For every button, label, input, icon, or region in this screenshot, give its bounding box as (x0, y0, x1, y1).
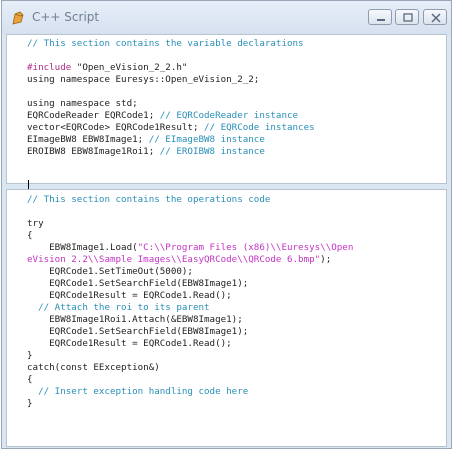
code-comment: // Insert exception handling code here (27, 386, 249, 397)
code-comment: // EQRCodeReader instance (159, 110, 299, 121)
code-line: EQRCode1.SetSearchField(EBW8Image1); (27, 278, 446, 290)
declarations-editor[interactable]: // This section contains the variable de… (6, 34, 447, 189)
code-comment: // EImageBW8 instance (148, 134, 265, 145)
code-line: EQRCode1.SetTimeOut(5000); (27, 266, 446, 278)
code-token: EBW8Image1Roi1.Attach(&EBW8Image1); (27, 314, 243, 325)
code-line: vector<EQRCode> EQRCode1Result; // EQRCo… (27, 122, 446, 134)
code-line: #include "Open_eVision_2_2.h" (27, 62, 446, 74)
code-token: EQRCode1.SetSearchField(EBW8Image1); (27, 326, 249, 337)
minimize-icon (377, 19, 385, 21)
code-line: // Attach the roi to its parent (27, 302, 446, 314)
close-icon (431, 13, 441, 23)
code-line: // This section contains the operations … (27, 194, 446, 206)
code-line: EQRCodeReader EQRCode1; // EQRCodeReader… (27, 110, 446, 122)
code-line: eVision 2.2\\Sample Images\\EasyQRCode\\… (27, 254, 446, 266)
code-token: EQRCode1.SetTimeOut(5000); (27, 266, 193, 277)
code-token: EQRCode1.SetSearchField(EBW8Image1); (27, 278, 249, 289)
code-token: } (27, 398, 33, 409)
code-string: eVision 2.2\\Sample Images\\EasyQRCode\\… (27, 254, 321, 265)
title-bar[interactable]: C++ Script (2, 1, 451, 34)
maximize-button[interactable] (395, 9, 419, 25)
declarations-code: // This section contains the variable de… (7, 35, 446, 158)
cpp-script-icon (11, 10, 25, 25)
code-token: #include (27, 62, 77, 73)
code-token: EBW8Image1.Load( (27, 242, 138, 253)
code-line: try (27, 218, 446, 230)
cpp-script-window: C++ Script // This section contains the … (1, 0, 452, 449)
code-line: { (27, 230, 446, 242)
code-line: // This section contains the variable de… (27, 38, 446, 50)
window-title: C++ Script (32, 10, 100, 24)
code-token: EROIBW8 EBW8Image1Roi1; (27, 146, 160, 157)
code-line: catch(const EException&) (27, 362, 446, 374)
code-line: EQRCode1.SetSearchField(EBW8Image1); (27, 326, 446, 338)
operations-editor[interactable]: // This section contains the operations … (6, 189, 447, 447)
code-token: { (27, 374, 33, 385)
code-line: EQRCode1Result = EQRCode1.Read(); (27, 290, 446, 302)
code-token: EQRCode1Result = EQRCode1.Read(); (27, 338, 232, 349)
code-token: try (27, 218, 44, 229)
code-token: "Open_eVision_2_2.h" (76, 62, 188, 73)
code-token: ); (320, 254, 332, 265)
minimize-button[interactable] (368, 9, 392, 25)
code-line: } (27, 398, 446, 410)
code-token: { (27, 230, 33, 241)
operations-code: // This section contains the operations … (7, 190, 446, 410)
code-token: using namespace Euresys::Open_eVision_2_… (27, 74, 260, 85)
code-line: using namespace Euresys::Open_eVision_2_… (27, 74, 446, 86)
maximize-icon (403, 13, 413, 22)
code-line: { (27, 374, 446, 386)
code-comment: // This section contains the operations … (27, 194, 271, 205)
code-line: EROIBW8 EBW8Image1Roi1; // EROIBW8 insta… (27, 146, 446, 158)
code-string: "C:\\Program Files (x86)\\Euresys\\Open (137, 242, 354, 253)
code-line: // Insert exception handling code here (27, 386, 446, 398)
code-token: EQRCodeReader EQRCode1; (27, 110, 160, 121)
code-line: EImageBW8 EBW8Image1; // EImageBW8 insta… (27, 134, 446, 146)
close-button[interactable] (423, 9, 447, 25)
code-token: EQRCode1Result = EQRCode1.Read(); (27, 290, 232, 301)
code-line: using namespace std; (27, 98, 446, 110)
code-token: EImageBW8 EBW8Image1; (27, 134, 149, 145)
code-comment: // This section contains the variable de… (27, 38, 304, 49)
code-comment: // EQRCode instances (204, 122, 315, 133)
code-line: EBW8Image1Roi1.Attach(&EBW8Image1); (27, 314, 446, 326)
code-line: } (27, 350, 446, 362)
text-cursor (28, 180, 29, 189)
code-token: vector<EQRCode> EQRCode1Result; (27, 122, 205, 133)
code-comment: // EROIBW8 instance (159, 146, 265, 157)
code-token: catch(const EException&) (27, 362, 160, 373)
code-token: using namespace std; (27, 98, 138, 109)
code-token: } (27, 350, 33, 361)
code-comment: // Attach the roi to its parent (27, 302, 210, 313)
code-line: EQRCode1Result = EQRCode1.Read(); (27, 338, 446, 350)
code-line: EBW8Image1.Load("C:\\Program Files (x86)… (27, 242, 446, 254)
